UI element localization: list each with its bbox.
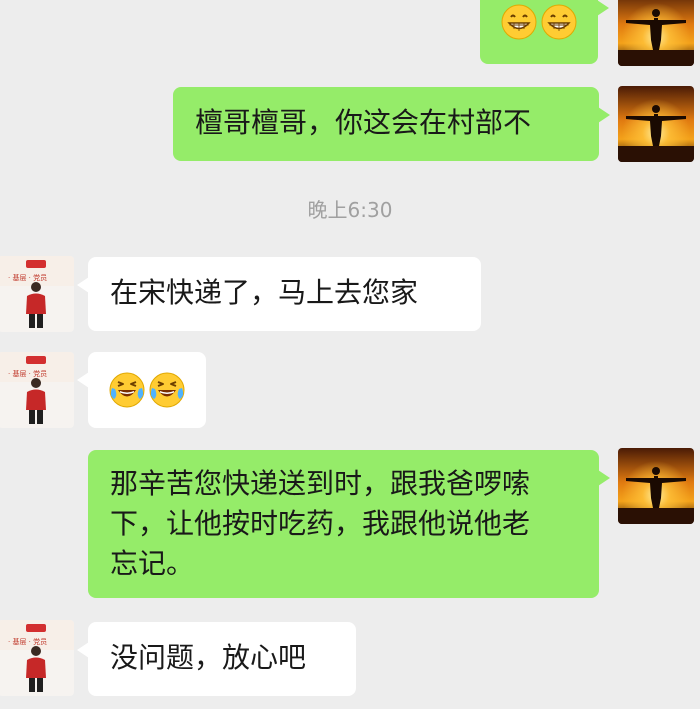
- message-text-line: 下，让他按时吃药，我跟他说他老: [110, 507, 531, 540]
- message-bubble-text[interactable]: 没问题，放心吧: [77, 622, 356, 696]
- message-text-line: 那辛苦您快递送到时，跟我爸啰嗦: [110, 467, 531, 500]
- message-bubble-emoji[interactable]: [480, 0, 609, 64]
- message-text: 在宋快递了，马上去您家: [110, 276, 419, 309]
- self-avatar[interactable]: [618, 448, 694, 524]
- message-bubble-text[interactable]: 檀哥檀哥，你这会在村部不: [173, 87, 610, 161]
- self-avatar[interactable]: [618, 0, 694, 66]
- message-bubble-text[interactable]: 那辛苦您快递送到时，跟我爸啰嗦 下，让他按时吃药，我跟他说他老 忘记。: [88, 450, 610, 598]
- contact-avatar[interactable]: [0, 352, 74, 428]
- contact-avatar[interactable]: [0, 256, 74, 332]
- message-text-line: 忘记。: [110, 547, 195, 580]
- message-text: 没问题，放心吧: [110, 641, 307, 674]
- contact-avatar[interactable]: [0, 620, 74, 696]
- message-bubble-text[interactable]: 在宋快递了，马上去您家: [77, 257, 481, 331]
- crying-laughing-emoji-icon: [149, 372, 185, 408]
- message-bubble-emoji[interactable]: [77, 352, 206, 428]
- self-avatar[interactable]: [618, 86, 694, 162]
- chat-timestamp: 晚上6:30: [307, 198, 393, 222]
- grinning-face-emoji-icon: [501, 4, 537, 40]
- crying-laughing-emoji-icon: [109, 372, 145, 408]
- grinning-face-emoji-icon: [541, 4, 577, 40]
- message-text: 檀哥檀哥，你这会在村部不: [195, 106, 532, 139]
